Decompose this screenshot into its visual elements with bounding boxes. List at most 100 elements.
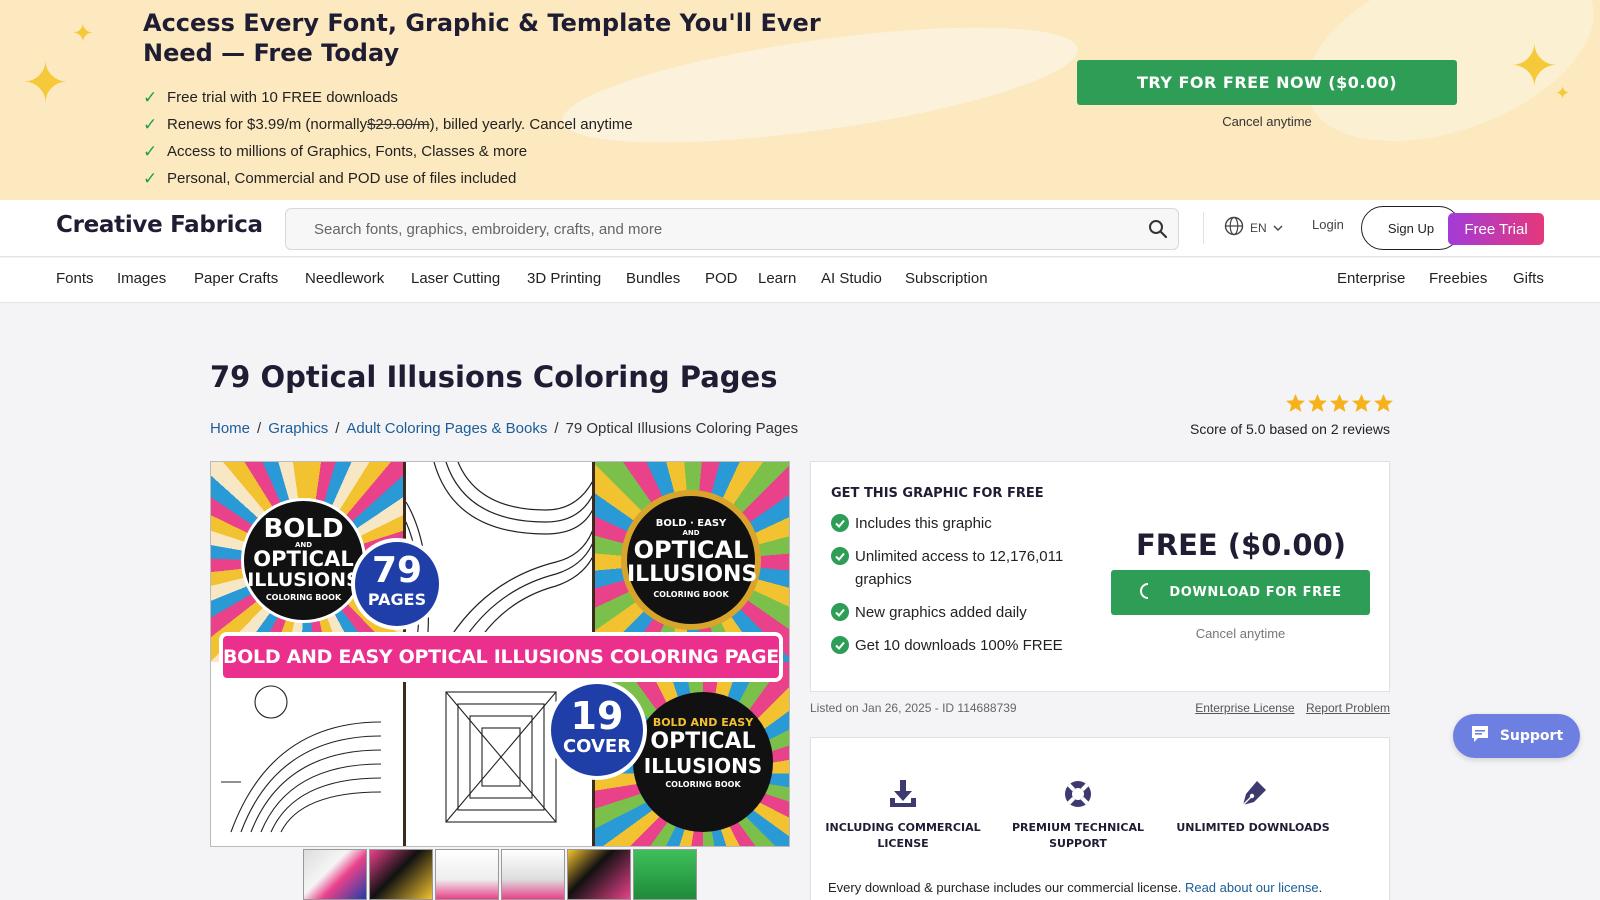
thumbnail[interactable] — [633, 849, 697, 900]
benefit-commercial-license: INCLUDING COMMERCIAL LICENSE — [818, 776, 988, 852]
pages-badge: 79 PAGES — [351, 538, 443, 630]
report-problem-link[interactable]: Report Problem — [1306, 701, 1390, 715]
offer-feature: Get 10 downloads 100% FREE — [831, 634, 1081, 657]
support-button[interactable]: Support — [1453, 714, 1580, 758]
nav-item-bundles[interactable]: Bundles — [626, 270, 680, 287]
site-header: Creative Fabrica EN Login Sign Up Free T… — [0, 200, 1600, 257]
green-check-icon — [831, 636, 849, 654]
star-icon — [1330, 394, 1349, 412]
benefit-technical-support: PREMIUM TECHNICAL SUPPORT — [993, 776, 1163, 852]
star-icon — [1374, 394, 1393, 412]
check-icon: ✓ — [143, 87, 158, 107]
nav-item-ai-studio[interactable]: AI Studio — [821, 270, 882, 287]
check-icon: ✓ — [143, 141, 158, 161]
language-selector[interactable]: EN — [1224, 216, 1283, 239]
try-free-button[interactable]: TRY FOR FREE NOW ($0.00) — [1077, 60, 1457, 105]
promo-banner: ✦ ✦ ✦ ✦ Access Every Font, Graphic & Tem… — [0, 0, 1600, 200]
green-check-icon — [831, 603, 849, 621]
nav-item-paper-crafts[interactable]: Paper Crafts — [194, 270, 278, 287]
signup-button[interactable]: Sign Up — [1361, 206, 1461, 250]
main-nav: Fonts Images Paper Crafts Needlework Las… — [0, 258, 1600, 303]
breadcrumb-graphics[interactable]: Graphics — [268, 420, 328, 437]
loading-spinner-icon — [1139, 582, 1157, 604]
nav-item-gifts[interactable]: Gifts — [1513, 270, 1544, 287]
breadcrumb: Home / Graphics / Adult Coloring Pages & B… — [210, 420, 799, 437]
login-link[interactable]: Login — [1312, 217, 1344, 232]
offer-cancel-text: Cancel anytime — [1195, 626, 1286, 641]
download-button[interactable]: DOWNLOAD FOR FREE — [1111, 570, 1370, 615]
license-links: Enterprise License Report Problem — [1130, 701, 1390, 715]
search-bar — [285, 208, 1179, 250]
site-logo[interactable]: Creative Fabrica — [56, 212, 263, 238]
star-icon — [1308, 394, 1327, 412]
benefit-unlimited-downloads: UNLIMITED DOWNLOADS — [1168, 776, 1338, 836]
nav-item-images[interactable]: Images — [117, 270, 166, 287]
offer-feature: Unlimited access to 12,176,011 graphics — [831, 545, 1081, 591]
pen-nib-icon — [1168, 776, 1338, 812]
download-label: DOWNLOAD FOR FREE — [1169, 585, 1342, 600]
breadcrumb-current: 79 Optical Illusions Coloring Pages — [565, 420, 799, 437]
star-icon — [1352, 394, 1371, 412]
rating-score: Score of 5.0 based on 2 reviews — [1189, 421, 1390, 437]
nav-item-fonts[interactable]: Fonts — [56, 270, 94, 287]
support-label: Support — [1499, 728, 1564, 744]
benefit-item: ✓ Access to millions of Graphics, Fonts, … — [143, 141, 528, 161]
breadcrumb-category[interactable]: Adult Coloring Pages & Books — [346, 420, 547, 437]
promo-headline: Access Every Font, Graphic & Template Yo… — [143, 9, 821, 67]
nav-item-3d-printing[interactable]: 3D Printing — [527, 270, 601, 287]
offer-feature: Includes this graphic — [831, 512, 1081, 535]
thumbnail[interactable] — [501, 849, 565, 900]
thumbnail[interactable] — [303, 849, 367, 900]
benefit-item: ✓ Renews for $3.99/m (normally $29.00/m),… — [143, 114, 633, 134]
thumbnail[interactable] — [435, 849, 499, 900]
check-icon: ✓ — [143, 114, 158, 134]
nav-item-freebies[interactable]: Freebies — [1429, 270, 1487, 287]
image-panel-bottom-left — [211, 662, 403, 846]
title-banner: BOLD AND EASY OPTICAL ILLUSIONS COLORING… — [219, 632, 783, 682]
nav-item-learn[interactable]: Learn — [758, 270, 796, 287]
chevron-down-icon — [1273, 221, 1283, 235]
rating-stars — [1285, 393, 1394, 414]
free-trial-button[interactable]: Free Trial — [1448, 213, 1544, 245]
header-divider — [1203, 212, 1204, 244]
nav-item-laser-cutting[interactable]: Laser Cutting — [411, 270, 500, 287]
sparkle-icon: ✦ — [1555, 83, 1571, 103]
promo-benefits: ✓ Free trial with 10 FREE downloads ✓ Rene… — [143, 84, 633, 192]
thumbnail-strip — [303, 849, 697, 900]
thumbnail[interactable] — [369, 849, 433, 900]
offer-heading: GET THIS GRAPHIC FOR FREE — [831, 486, 1044, 501]
bold-easy-badge: BOLD · EASY AND OPTICAL ILLUSIONS COLORI… — [621, 490, 761, 630]
green-check-icon — [831, 514, 849, 532]
check-icon: ✓ — [143, 168, 158, 188]
chat-bubble-icon — [1470, 725, 1490, 747]
enterprise-license-link[interactable]: Enterprise License — [1195, 701, 1294, 715]
nav-item-subscription[interactable]: Subscription — [905, 270, 988, 287]
offer-box: GET THIS GRAPHIC FOR FREE Includes this … — [810, 461, 1390, 692]
nav-item-enterprise[interactable]: Enterprise — [1337, 270, 1405, 287]
download-icon — [818, 776, 988, 812]
page-title: 79 Optical Illusions Coloring Pages — [210, 360, 778, 394]
listing-info: Listed on Jan 26, 2025 - ID 114688739 — [810, 701, 1017, 715]
search-icon[interactable] — [1138, 219, 1178, 239]
benefit-item: ✓ Free trial with 10 FREE downloads — [143, 87, 398, 107]
green-check-icon — [831, 547, 849, 565]
sparkle-icon: ✦ — [1510, 34, 1559, 99]
price: FREE ($0.00) — [1135, 528, 1347, 562]
cover-badge: 19 COVER — [547, 680, 647, 780]
search-input[interactable] — [286, 209, 1138, 249]
lifebuoy-icon — [993, 776, 1163, 812]
thumbnail[interactable] — [567, 849, 631, 900]
benefits-box: INCLUDING COMMERCIAL LICENSE PREMIUM TEC… — [810, 737, 1390, 900]
product-image[interactable]: BOLD AND OPTICAL ILLUSIONS COLORING BOOK… — [210, 461, 790, 847]
offer-feature: New graphics added daily — [831, 601, 1081, 624]
globe-icon — [1224, 216, 1244, 239]
nav-item-pod[interactable]: POD — [705, 270, 738, 287]
sparkle-icon: ✦ — [22, 51, 69, 114]
read-license-link[interactable]: Read about our license — [1185, 880, 1319, 895]
benefit-item: ✓ Personal, Commercial and POD use of fil… — [143, 168, 517, 188]
promo-cancel-text: Cancel anytime — [1222, 114, 1312, 129]
offer-features: Includes this graphic Unlimited access t… — [831, 512, 1081, 667]
sparkle-icon: ✦ — [72, 18, 94, 48]
nav-item-needlework[interactable]: Needlework — [305, 270, 384, 287]
breadcrumb-home[interactable]: Home — [210, 420, 250, 437]
